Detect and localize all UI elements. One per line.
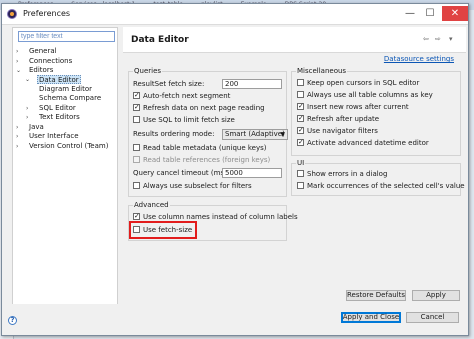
apply-and-close-button[interactable]: Apply and Close [341, 312, 401, 323]
checkbox-box [133, 155, 140, 163]
show-errors-checkbox[interactable]: Show errors in a dialog [297, 169, 387, 179]
always-use-all-columns-checkbox[interactable]: Always use all table columns as key [297, 90, 433, 100]
expand-arrow-icon[interactable]: › [26, 104, 28, 113]
cancel-button[interactable]: Cancel [406, 312, 459, 323]
title-bar: Preferences — ☐ ✕ [2, 4, 468, 25]
tree-item-editors[interactable]: Editors [29, 66, 53, 75]
ui-group [291, 163, 461, 196]
read-table-references-checkbox: Read table references (foreign keys) [133, 155, 270, 165]
maximize-button[interactable]: ☐ [422, 6, 438, 21]
timeout-input[interactable]: 5000 [222, 168, 282, 178]
highlight-annotation [129, 221, 197, 239]
minimize-button[interactable]: — [402, 6, 418, 21]
page-title: Data Editor [131, 35, 189, 45]
keep-cursors-checkbox[interactable]: Keep open cursors in SQL editor [297, 78, 419, 88]
checkbox-box[interactable] [133, 143, 140, 151]
dialog-button-bar: ? Apply and Close Cancel [2, 304, 468, 335]
tree-item-sql-editor[interactable]: SQL Editor [39, 104, 76, 113]
collapse-arrow-icon[interactable]: ⌄ [16, 66, 21, 75]
activate-datetime-editor-checkbox[interactable]: ✓ Activate advanced datetime editor [297, 138, 429, 148]
checkbox-box[interactable] [133, 115, 140, 123]
tree-item-connections[interactable]: Connections [29, 57, 72, 66]
tree-item-java[interactable]: Java [29, 123, 44, 132]
timeout-label: Query cancel timeout (ms): [133, 169, 230, 177]
checkbox-box[interactable] [297, 90, 304, 98]
checkbox-box[interactable]: ✓ [133, 91, 140, 99]
checkbox-box[interactable]: ✓ [297, 114, 304, 122]
auto-fetch-checkbox[interactable]: ✓ Auto-fetch next segment [133, 91, 230, 101]
preferences-dialog: Preferences — ☐ ✕ › General › Connection… [1, 3, 469, 336]
ui-legend: UI [296, 159, 306, 167]
restore-defaults-button[interactable]: Restore Defaults [346, 290, 406, 301]
mark-occurrences-checkbox[interactable]: Mark occurrences of the selected cell's … [297, 181, 465, 191]
checkbox-box[interactable] [297, 181, 304, 189]
fetch-size-label: ResultSet fetch size: [133, 80, 205, 88]
expand-arrow-icon[interactable]: › [16, 142, 18, 151]
use-sql-limit-checkbox[interactable]: Use SQL to limit fetch size [133, 115, 235, 125]
miscellaneous-legend: Miscellaneous [296, 67, 348, 75]
expand-arrow-icon[interactable]: › [16, 132, 18, 141]
checkbox-box[interactable] [297, 78, 304, 86]
expand-arrow-icon[interactable]: › [26, 113, 28, 122]
expand-arrow-icon[interactable]: › [16, 57, 18, 66]
fetch-size-input[interactable]: 200 [222, 79, 282, 89]
chevron-down-icon: ▼ [280, 131, 285, 138]
preferences-tree: › General › Connections ⌄ Editors ⌄ Data… [12, 27, 118, 324]
ordering-mode-label: Results ordering mode: [133, 130, 215, 138]
forward-arrow-icon[interactable]: ⇨ [435, 35, 441, 43]
read-table-metadata-checkbox[interactable]: Read table metadata (unique keys) [133, 143, 267, 153]
close-button[interactable]: ✕ [442, 6, 468, 21]
queries-legend: Queries [133, 67, 163, 75]
checkbox-box[interactable]: ✓ [133, 212, 140, 220]
checkbox-box[interactable] [297, 169, 304, 177]
datasource-settings-link[interactable]: Datasource settings [384, 55, 454, 63]
checkbox-box[interactable]: ✓ [133, 103, 140, 111]
ordering-mode-select[interactable]: Smart (Adaptive) ▼ [222, 129, 288, 140]
refresh-after-update-checkbox[interactable]: ✓ Refresh after update [297, 114, 379, 124]
use-navigator-filters-checkbox[interactable]: ✓ Use navigator filters [297, 126, 378, 136]
expand-arrow-icon[interactable]: › [16, 47, 18, 56]
advanced-legend: Advanced [133, 201, 170, 209]
tree-item-data-editor[interactable]: Data Editor [37, 75, 81, 84]
expand-arrow-icon[interactable]: › [16, 123, 18, 132]
tree-item-user-interface[interactable]: User Interface [29, 132, 79, 141]
window-title: Preferences [23, 9, 71, 18]
back-arrow-icon[interactable]: ⇦ [423, 35, 429, 43]
apply-button[interactable]: Apply [412, 290, 460, 301]
checkbox-box[interactable] [133, 181, 140, 189]
collapse-arrow-icon[interactable]: ⌄ [25, 75, 30, 84]
tree-item-schema-compare[interactable]: Schema Compare [39, 94, 101, 103]
insert-new-rows-checkbox[interactable]: ✓ Insert new rows after current [297, 102, 409, 112]
checkbox-box[interactable]: ✓ [297, 138, 304, 146]
app-logo-icon [7, 9, 17, 19]
view-menu-icon[interactable]: ▾ [449, 35, 453, 43]
page-header: Data Editor ⇦ ⇨ ▾ [123, 27, 466, 53]
tree-item-version-control[interactable]: Version Control (Team) [29, 142, 108, 151]
always-subselect-checkbox[interactable]: Always use subselect for filters [133, 181, 252, 191]
checkbox-box[interactable]: ✓ [297, 102, 304, 110]
checkbox-box[interactable]: ✓ [297, 126, 304, 134]
filter-input[interactable] [18, 31, 115, 42]
preference-page: Data Editor ⇦ ⇨ ▾ Datasource settings Qu… [123, 27, 466, 301]
tree-item-general[interactable]: General [29, 47, 57, 56]
tree-item-diagram-editor[interactable]: Diagram Editor [39, 85, 92, 94]
tree-item-text-editors[interactable]: Text Editors [39, 113, 80, 122]
refresh-next-page-checkbox[interactable]: ✓ Refresh data on next page reading [133, 103, 265, 113]
help-icon[interactable]: ? [8, 316, 17, 325]
